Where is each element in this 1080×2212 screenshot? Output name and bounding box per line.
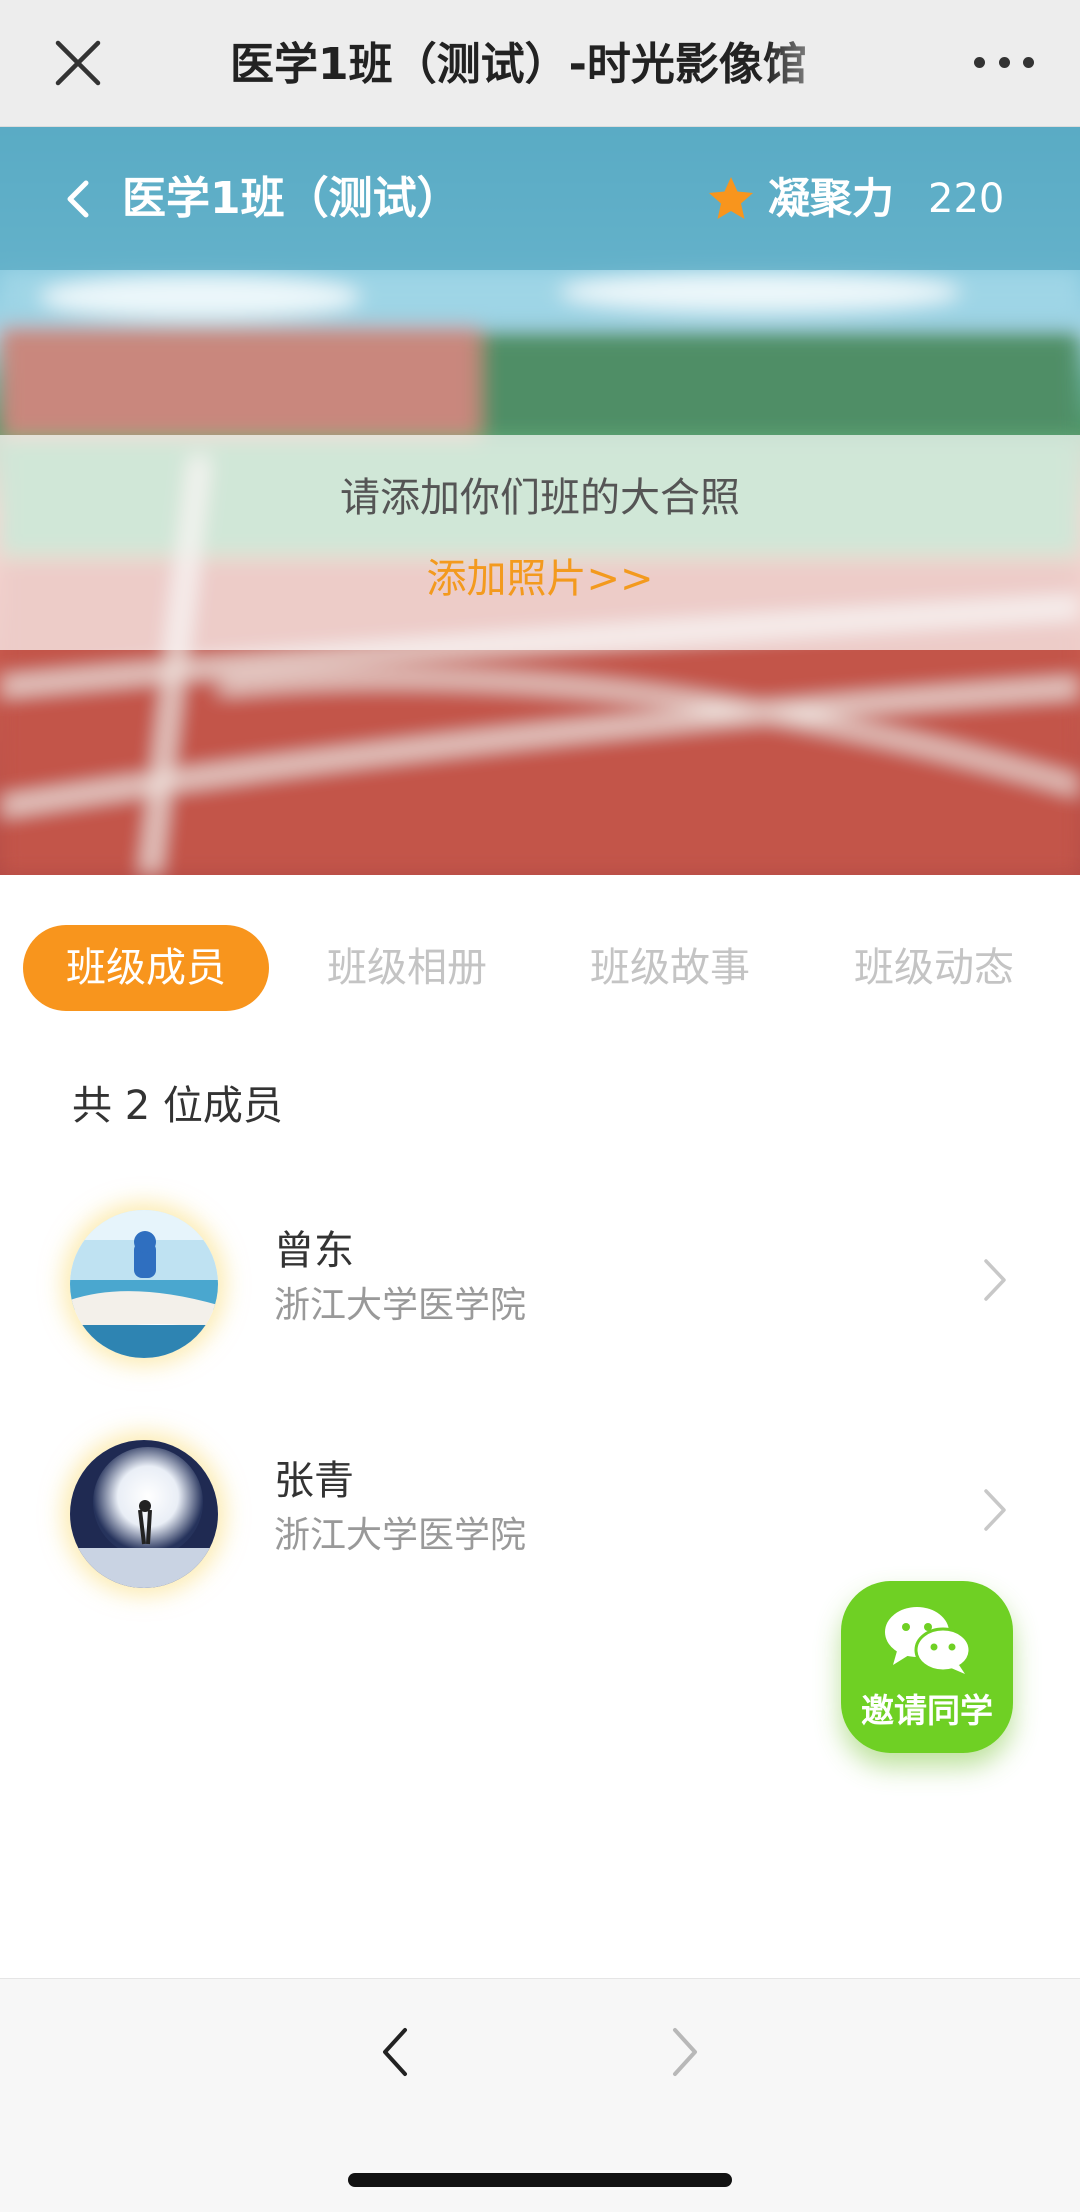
close-icon[interactable] (52, 37, 104, 89)
add-photo-link[interactable]: 添加照片>> (0, 549, 1080, 609)
tab-album[interactable]: 班级相册 (287, 925, 527, 1011)
page-title: 医学1班（测试）-时光影像馆 (230, 39, 807, 90)
member-name: 曾东 (274, 1228, 354, 1274)
member-school: 浙江大学医学院 (274, 1515, 527, 1556)
wechat-icon (885, 1607, 972, 1674)
member-count: 共 2 位成员 (72, 1083, 283, 1129)
invite-classmates-button[interactable]: 邀请同学 (841, 1581, 1013, 1753)
tab-activity[interactable]: 班级动态 (814, 925, 1054, 1011)
class-name: 医学1班（测试） (122, 173, 461, 224)
member-row[interactable]: 曾东 浙江大学医学院 (0, 1183, 1080, 1373)
invite-label: 邀请同学 (861, 1691, 993, 1730)
chevron-right-icon (984, 1489, 1006, 1531)
wechat-topbar: 医学1班（测试）-时光影像馆 (0, 0, 1080, 127)
member-school: 浙江大学医学院 (274, 1285, 527, 1326)
tab-members[interactable]: 班级成员 (23, 925, 269, 1011)
cohesion-value: 220 (928, 176, 1005, 222)
class-banner: 医学1班（测试） 凝聚力 220 请添加你们班的大合照 添加照片>> (0, 127, 1080, 875)
member-name: 张青 (274, 1458, 354, 1504)
nav-back-icon[interactable] (380, 2026, 410, 2078)
home-indicator (348, 2173, 732, 2187)
chevron-right-icon (984, 1259, 1006, 1301)
member-row[interactable]: 张青 浙江大学医学院 (0, 1413, 1080, 1603)
tab-stories[interactable]: 班级故事 (550, 925, 790, 1011)
class-tabs: 班级成员 班级相册 班级故事 班级动态 (0, 925, 1080, 1011)
back-icon[interactable] (62, 177, 92, 221)
more-icon[interactable] (974, 52, 1034, 72)
nav-forward-icon[interactable] (670, 2026, 700, 2078)
avatar (70, 1440, 218, 1588)
add-photo-prompt-text: 请添加你们班的大合照 (340, 475, 740, 521)
star-icon (709, 177, 753, 219)
cohesion-label: 凝聚力 (768, 174, 895, 223)
avatar (70, 1210, 218, 1358)
